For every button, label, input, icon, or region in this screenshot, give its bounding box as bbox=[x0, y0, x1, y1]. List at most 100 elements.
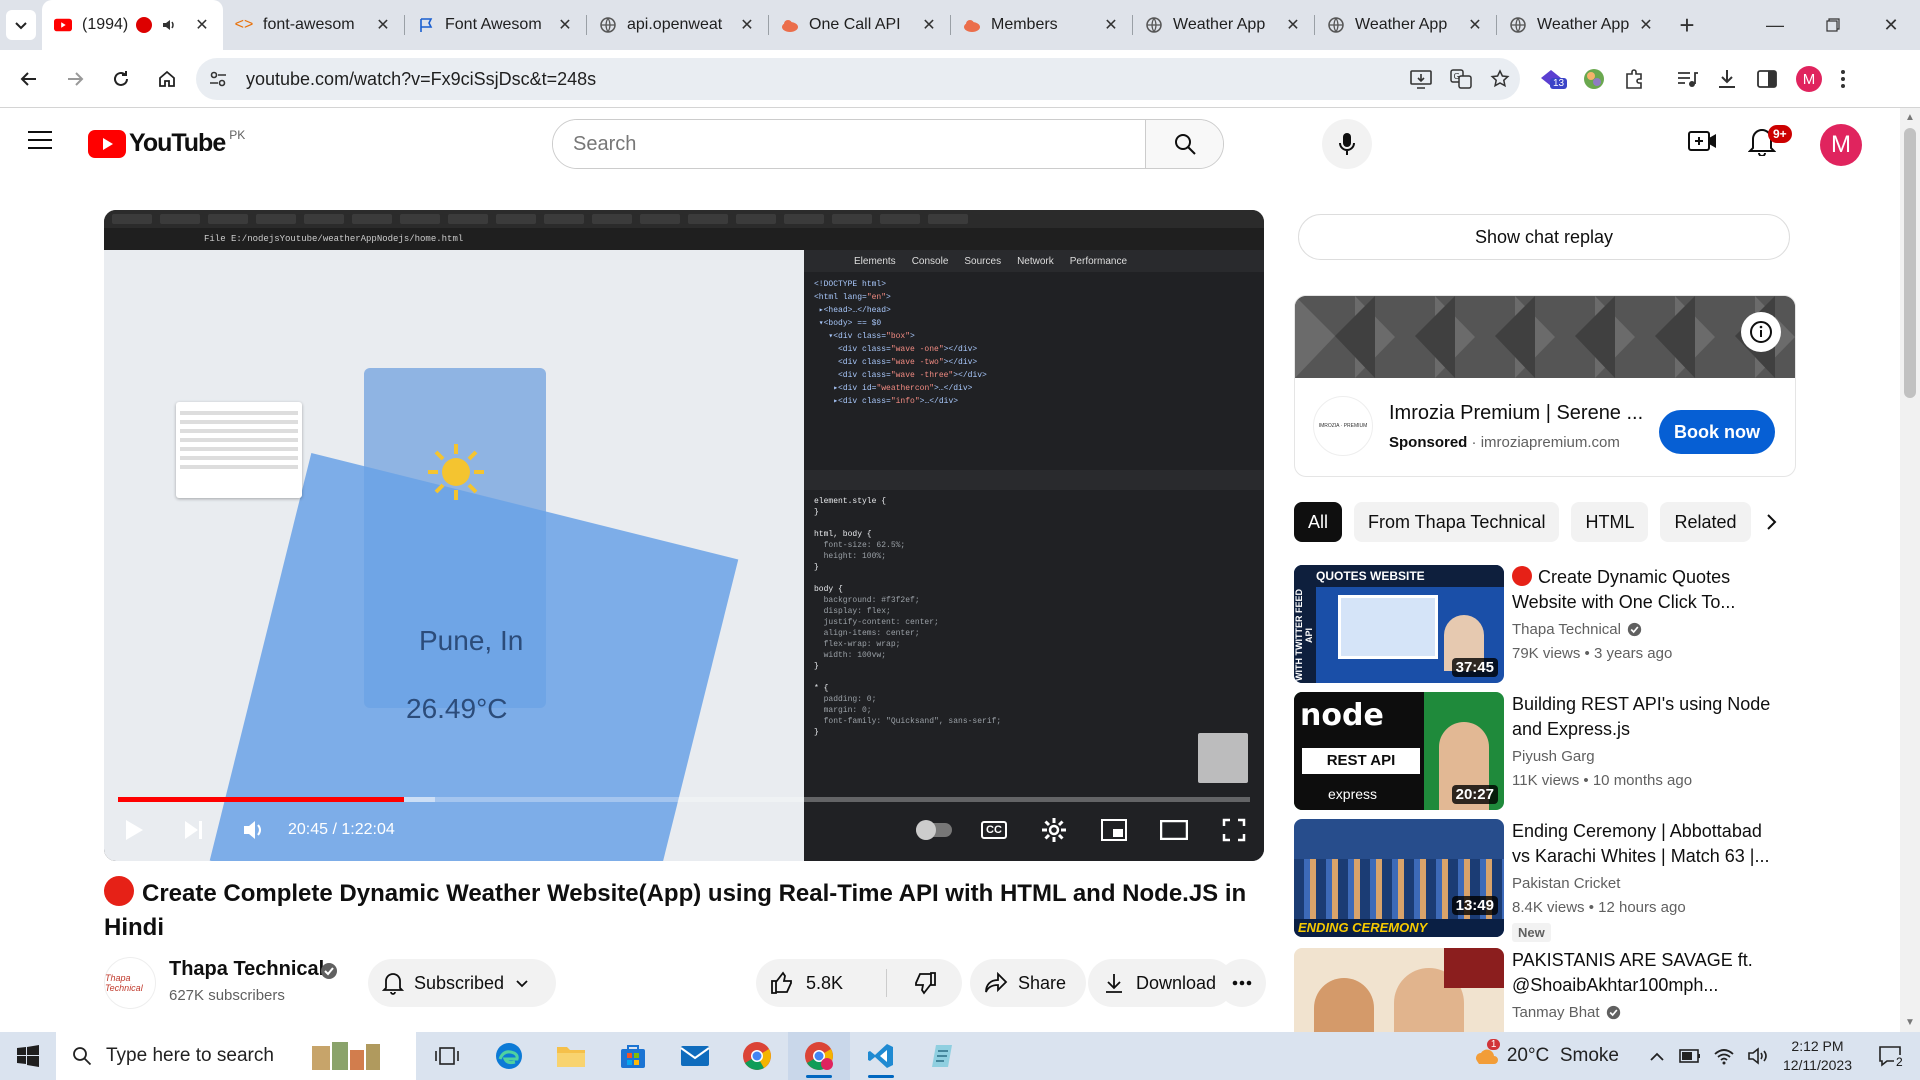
video-channel[interactable]: Thapa Technical bbox=[1512, 621, 1642, 638]
home-button[interactable] bbox=[146, 58, 188, 100]
chip-related[interactable]: Related bbox=[1660, 502, 1751, 542]
captions-button[interactable]: CC bbox=[964, 806, 1024, 854]
tab-youtube[interactable]: (1994) ✕ bbox=[42, 0, 223, 50]
tab-weather-app-2[interactable]: Weather App ✕ bbox=[1315, 0, 1496, 50]
wifi-icon[interactable] bbox=[1713, 1047, 1735, 1065]
address-bar[interactable]: youtube.com/watch?v=Fx9ciSsjDsc&t=248s G bbox=[196, 58, 1520, 100]
media-controls-icon[interactable] bbox=[1676, 68, 1698, 90]
subscribed-button[interactable]: Subscribed bbox=[368, 959, 556, 1007]
channel-avatar[interactable]: Thapa Technical bbox=[104, 957, 156, 1009]
scroll-down-arrow-icon[interactable]: ▼ bbox=[1905, 1017, 1915, 1028]
close-tab-icon[interactable]: ✕ bbox=[1637, 16, 1655, 34]
close-tab-icon[interactable]: ✕ bbox=[1284, 16, 1302, 34]
play-button[interactable] bbox=[104, 806, 164, 854]
scrollbar-thumb[interactable] bbox=[1904, 128, 1916, 398]
more-actions-button[interactable] bbox=[1218, 959, 1266, 1007]
sponsored-ad-card[interactable]: IMROZIA · PREMIUM Imrozia Premium | Sere… bbox=[1294, 295, 1796, 477]
taskbar-clock[interactable]: 2:12 PM 12/11/2023 bbox=[1783, 1037, 1852, 1075]
back-button[interactable] bbox=[8, 58, 50, 100]
search-input[interactable] bbox=[553, 120, 1145, 168]
ad-title[interactable]: Imrozia Premium | Serene ... bbox=[1389, 402, 1643, 425]
vscode-app[interactable] bbox=[850, 1032, 912, 1080]
video-thumbnail[interactable] bbox=[1294, 948, 1504, 1032]
video-channel[interactable]: Tanmay Bhat bbox=[1512, 1004, 1621, 1021]
new-tab-button[interactable]: + bbox=[1667, 5, 1707, 45]
video-thumbnail[interactable]: node REST API express 20:27 bbox=[1294, 692, 1504, 810]
notes-app[interactable] bbox=[912, 1032, 974, 1080]
tab-font-awesome-1[interactable]: <> font-awesom ✕ bbox=[223, 0, 404, 50]
edge-app[interactable] bbox=[478, 1032, 540, 1080]
side-panel-icon[interactable] bbox=[1756, 68, 1778, 90]
voice-search-button[interactable] bbox=[1322, 119, 1372, 169]
autoplay-toggle[interactable] bbox=[904, 806, 964, 854]
like-button[interactable]: 5.8K bbox=[756, 971, 886, 995]
close-tab-icon[interactable]: ✕ bbox=[1466, 16, 1484, 34]
tab-one-call-api[interactable]: One Call API ✕ bbox=[769, 0, 950, 50]
close-tab-icon[interactable]: ✕ bbox=[1102, 16, 1120, 34]
store-app[interactable] bbox=[602, 1032, 664, 1080]
task-view-button[interactable] bbox=[416, 1032, 478, 1080]
close-tab-icon[interactable]: ✕ bbox=[374, 16, 392, 34]
extension-globe-icon[interactable] bbox=[1582, 67, 1606, 91]
url-text[interactable]: youtube.com/watch?v=Fx9ciSsjDsc&t=248s bbox=[246, 69, 596, 90]
browser-menu-icon[interactable] bbox=[1840, 69, 1846, 89]
close-window-button[interactable]: ✕ bbox=[1862, 0, 1920, 50]
create-button[interactable] bbox=[1688, 128, 1718, 154]
volume-button[interactable] bbox=[224, 806, 284, 854]
chip-from-channel[interactable]: From Thapa Technical bbox=[1354, 502, 1560, 542]
chip-html[interactable]: HTML bbox=[1571, 502, 1649, 542]
channel-name[interactable]: Thapa Technical bbox=[169, 958, 324, 981]
speaker-icon[interactable] bbox=[160, 16, 178, 34]
search-button[interactable] bbox=[1145, 120, 1223, 168]
book-now-button[interactable]: Book now bbox=[1659, 410, 1775, 454]
tab-members[interactable]: Members ✕ bbox=[951, 0, 1132, 50]
video-channel[interactable]: Piyush Garg bbox=[1512, 748, 1595, 765]
close-tab-icon[interactable]: ✕ bbox=[556, 16, 574, 34]
recommended-video[interactable]: ENDING CEREMONY 13:49 Ending Ceremony | … bbox=[1294, 819, 1794, 942]
video-thumbnail[interactable]: QUOTES WEBSITE WITH TWITTER FEED API 37:… bbox=[1294, 565, 1504, 683]
tab-weather-app-3[interactable]: Weather App ✕ bbox=[1497, 0, 1667, 50]
bookmark-star-icon[interactable] bbox=[1490, 69, 1510, 89]
recommended-video[interactable]: PAKISTANIS ARE SAVAGE ft. @ShoaibAkhtar1… bbox=[1294, 948, 1794, 1032]
start-button[interactable] bbox=[0, 1032, 56, 1080]
chip-all[interactable]: All bbox=[1294, 502, 1343, 542]
video-thumbnail[interactable]: ENDING CEREMONY 13:49 bbox=[1294, 819, 1504, 937]
mail-app[interactable] bbox=[664, 1032, 726, 1080]
reload-button[interactable] bbox=[100, 58, 142, 100]
forward-button[interactable] bbox=[54, 58, 96, 100]
tab-search-button[interactable] bbox=[0, 0, 42, 50]
notification-center-button[interactable]: 2 bbox=[1878, 1045, 1905, 1069]
account-avatar[interactable]: M bbox=[1820, 124, 1862, 166]
video-channel[interactable]: Pakistan Cricket bbox=[1512, 875, 1620, 892]
tab-weather-app-1[interactable]: Weather App ✕ bbox=[1133, 0, 1314, 50]
profile-avatar[interactable]: M bbox=[1796, 66, 1822, 92]
download-button[interactable]: Download bbox=[1088, 959, 1234, 1007]
close-tab-icon[interactable]: ✕ bbox=[920, 16, 938, 34]
fullscreen-button[interactable] bbox=[1204, 806, 1264, 854]
settings-button[interactable] bbox=[1024, 806, 1084, 854]
theater-mode-button[interactable] bbox=[1144, 806, 1204, 854]
tab-openweather-api[interactable]: api.openweat ✕ bbox=[587, 0, 768, 50]
channel-watermark[interactable] bbox=[1198, 733, 1248, 783]
youtube-logo[interactable]: YouTube PK bbox=[88, 128, 245, 158]
extension-purple-icon[interactable]: 13 bbox=[1538, 66, 1568, 92]
chevron-up-icon[interactable] bbox=[1649, 1050, 1665, 1062]
install-app-icon[interactable] bbox=[1410, 69, 1432, 89]
ad-info-button[interactable] bbox=[1741, 312, 1781, 352]
translate-icon[interactable]: G bbox=[1450, 69, 1472, 89]
minimize-button[interactable]: — bbox=[1746, 0, 1804, 50]
speaker-icon[interactable] bbox=[1747, 1047, 1769, 1065]
downloads-icon[interactable] bbox=[1716, 68, 1738, 90]
recommended-video[interactable]: node REST API express 20:27 Building RES… bbox=[1294, 692, 1794, 810]
restore-button[interactable] bbox=[1804, 0, 1862, 50]
taskbar-search-box[interactable]: Type here to search bbox=[56, 1032, 416, 1080]
close-tab-icon[interactable]: ✕ bbox=[738, 16, 756, 34]
recommended-video[interactable]: QUOTES WEBSITE WITH TWITTER FEED API 37:… bbox=[1294, 565, 1794, 683]
site-settings-icon[interactable] bbox=[208, 69, 228, 89]
video-progress-bar[interactable] bbox=[118, 797, 1250, 802]
video-player[interactable]: File E:/nodejsYoutube/weatherAppNodejs/h… bbox=[104, 210, 1264, 861]
close-tab-icon[interactable]: ✕ bbox=[193, 16, 211, 34]
weather-widget[interactable]: 1 20°C Smoke bbox=[1473, 1039, 1619, 1067]
chrome-app[interactable] bbox=[726, 1032, 788, 1080]
chrome-profile-app[interactable] bbox=[788, 1032, 850, 1080]
